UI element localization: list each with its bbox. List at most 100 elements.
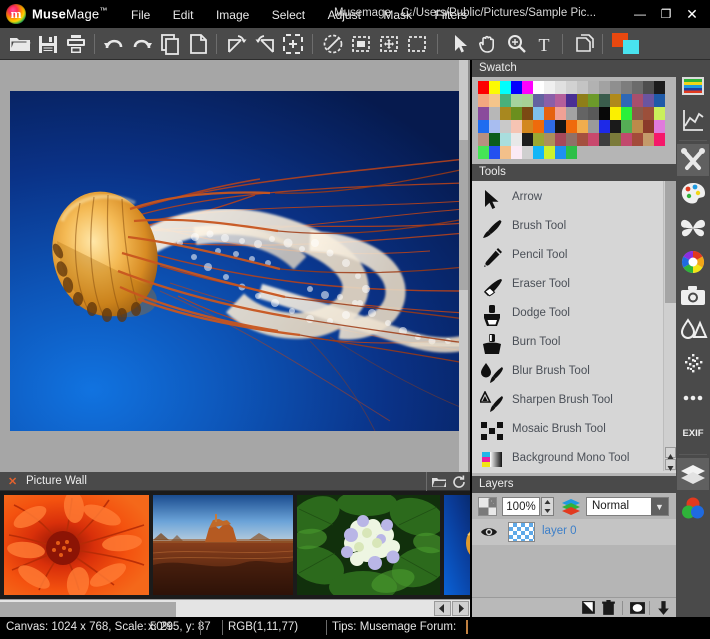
chrysanthemum-thumbnail[interactable]	[4, 495, 149, 595]
rotate-left-button[interactable]	[225, 32, 249, 56]
swatch-color[interactable]	[643, 133, 654, 146]
layer-thumbnail[interactable]	[508, 522, 535, 542]
swatch-color[interactable]	[577, 133, 588, 146]
swatch-color[interactable]	[566, 107, 577, 120]
table-row[interactable]: layer 0	[472, 519, 676, 545]
swatch-color[interactable]	[544, 120, 555, 133]
picture-wall-scroll-right-arrow[interactable]	[452, 601, 469, 616]
swatch-color[interactable]	[478, 94, 489, 107]
swatch-color[interactable]	[577, 120, 588, 133]
new-document-button[interactable]	[186, 32, 210, 56]
swatch-color[interactable]	[533, 133, 544, 146]
swatch-color[interactable]	[511, 133, 522, 146]
transparency-lock-icon[interactable]	[478, 497, 497, 516]
undo-button[interactable]	[102, 32, 126, 56]
open-file-button[interactable]	[8, 32, 32, 56]
swatch-color[interactable]	[654, 81, 665, 94]
tool-item-eraser[interactable]: Eraser Tool	[472, 272, 662, 301]
swatch-color[interactable]	[566, 81, 577, 94]
hand-tool-button[interactable]	[476, 32, 500, 56]
print-button[interactable]	[64, 32, 88, 56]
swatch-color[interactable]	[522, 146, 533, 159]
swatch-color[interactable]	[588, 120, 599, 133]
text-tool-button[interactable]: T	[532, 32, 556, 56]
background-color-swatch[interactable]	[623, 40, 639, 54]
swatch-color[interactable]	[544, 133, 555, 146]
swatch-color[interactable]	[577, 107, 588, 120]
swatch-color[interactable]	[632, 81, 643, 94]
open-folder-icon[interactable]	[431, 474, 447, 489]
swatch-color[interactable]	[588, 107, 599, 120]
save-file-button[interactable]	[36, 32, 60, 56]
tool-item-pencil[interactable]: Pencil Tool	[472, 243, 662, 272]
swatch-color[interactable]	[489, 120, 500, 133]
swatch-color[interactable]	[511, 120, 522, 133]
layer-opacity-stepper[interactable]	[541, 497, 554, 516]
menu-file[interactable]: File	[122, 8, 159, 22]
swatch-color[interactable]	[511, 94, 522, 107]
redo-button[interactable]	[130, 32, 154, 56]
swatch-color[interactable]	[500, 94, 511, 107]
swatch-color[interactable]	[621, 81, 632, 94]
swatch-color[interactable]	[610, 133, 621, 146]
duplicate-layer-button[interactable]	[572, 32, 596, 56]
swatch-color[interactable]	[599, 81, 610, 94]
swatch-color[interactable]	[588, 81, 599, 94]
swatch-color[interactable]	[555, 146, 566, 159]
swatch-color[interactable]	[533, 120, 544, 133]
swatch-color[interactable]	[500, 107, 511, 120]
swatch-color[interactable]	[577, 81, 588, 94]
swatch-color[interactable]	[610, 107, 621, 120]
select-rect-button[interactable]	[349, 32, 373, 56]
swatch-color[interactable]	[489, 107, 500, 120]
tool-item-mosaic-brush[interactable]: Mosaic Brush Tool	[472, 417, 662, 446]
swatch-color[interactable]	[643, 81, 654, 94]
swatch-color[interactable]	[522, 107, 533, 120]
delete-layer-button[interactable]	[600, 600, 617, 616]
swatch-color[interactable]	[478, 133, 489, 146]
picture-wall-strip[interactable]	[0, 491, 470, 599]
swatch-color[interactable]	[632, 120, 643, 133]
swatch-color[interactable]	[511, 146, 522, 159]
tools-scroll-down-button[interactable]	[665, 459, 676, 471]
tool-item-sharpen-brush[interactable]: Sharpen Brush Tool	[472, 388, 662, 417]
tools-icon[interactable]	[677, 144, 709, 176]
refresh-icon[interactable]	[451, 474, 467, 489]
foreground-background-color[interactable]	[612, 33, 640, 55]
swatch-color[interactable]	[632, 133, 643, 146]
swatch-color[interactable]	[511, 81, 522, 94]
fit-screen-button[interactable]	[281, 32, 305, 56]
swatch-color[interactable]	[621, 120, 632, 133]
swatch-color[interactable]	[522, 133, 533, 146]
swatch-color[interactable]	[489, 94, 500, 107]
swatch-grid[interactable]	[478, 81, 668, 159]
tool-item-burn[interactable]: Burn Tool	[472, 330, 662, 359]
swatch-color[interactable]	[643, 120, 654, 133]
swatch-color[interactable]	[610, 81, 621, 94]
swatch-color[interactable]	[566, 120, 577, 133]
swatch-color[interactable]	[555, 107, 566, 120]
palette-icon[interactable]	[677, 178, 709, 210]
swatch-color[interactable]	[511, 107, 522, 120]
picture-wall-scrollbar[interactable]	[0, 599, 470, 617]
swatch-color[interactable]	[555, 120, 566, 133]
swatch-color[interactable]	[500, 81, 511, 94]
butterfly-icon[interactable]	[677, 212, 709, 244]
swatch-color[interactable]	[588, 94, 599, 107]
layers-icon[interactable]	[677, 458, 709, 490]
arrow-tool-button[interactable]	[448, 32, 472, 56]
select-move-button[interactable]	[377, 32, 401, 56]
rgb-channels-icon[interactable]	[677, 492, 709, 524]
swatch-color[interactable]	[489, 133, 500, 146]
swatch-color[interactable]	[500, 146, 511, 159]
swatch-color[interactable]	[544, 81, 555, 94]
layer-stack-icon[interactable]	[560, 497, 582, 516]
swatch-color[interactable]	[500, 133, 511, 146]
swatch-color[interactable]	[632, 107, 643, 120]
swatch-color[interactable]	[632, 94, 643, 107]
swatch-color[interactable]	[500, 120, 511, 133]
close-button[interactable]: ✕	[680, 4, 704, 24]
tools-scroll-up-button[interactable]	[665, 447, 676, 459]
swatch-color[interactable]	[566, 146, 577, 159]
swatch-color[interactable]	[555, 133, 566, 146]
